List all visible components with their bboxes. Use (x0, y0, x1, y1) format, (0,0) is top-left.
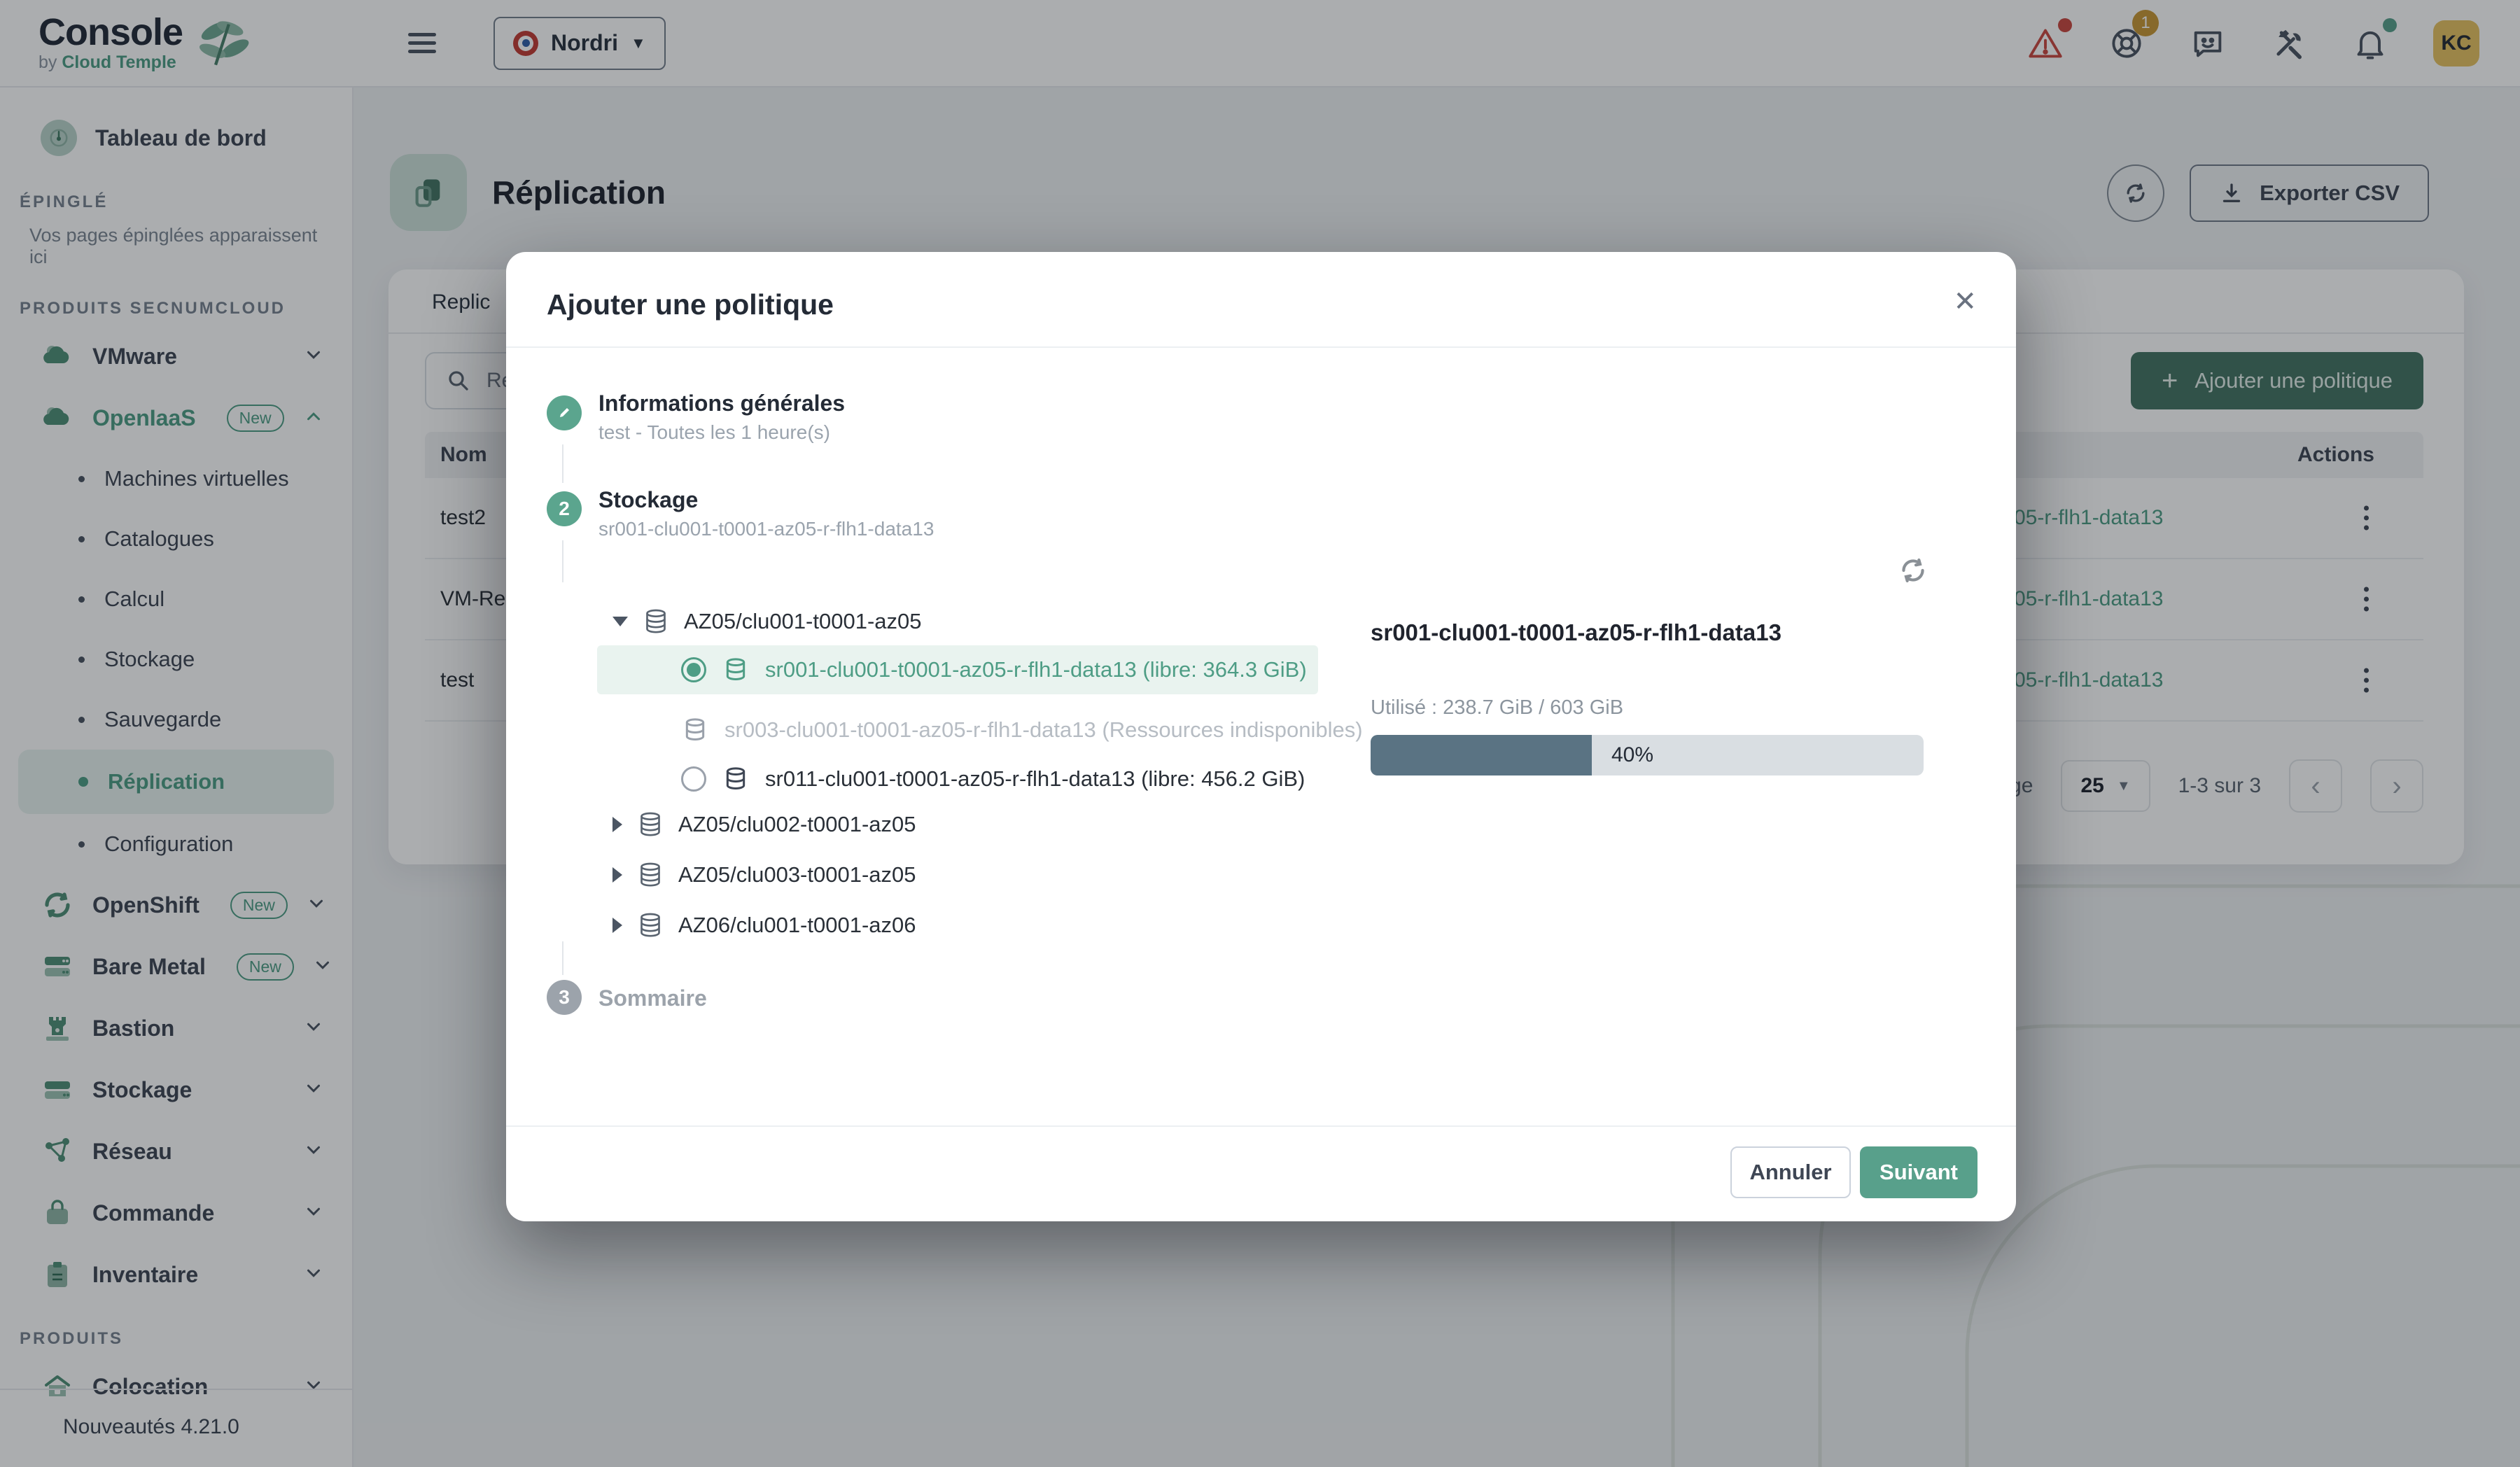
tree-node-clu003[interactable]: AZ05/clu003-t0001-az05 (612, 861, 916, 889)
caret-collapsed-icon[interactable] (612, 918, 622, 933)
add-policy-modal: Ajouter une politique ✕ Informations gén… (506, 252, 2016, 1221)
storage-detail-name: sr001-clu001-t0001-az05-r-flh1-data13 (1371, 619, 1782, 646)
modal-header-divider (506, 346, 2016, 348)
storage-usage-text: Utilisé : 238.7 GiB / 603 GiB (1371, 696, 1623, 720)
step-connector (562, 941, 564, 975)
usage-progress-fill (1371, 735, 1592, 775)
modal-title: Ajouter une politique (547, 288, 834, 321)
database-stack-icon (636, 911, 664, 939)
database-stack-icon (636, 861, 664, 889)
step3-indicator: 3 (547, 980, 582, 1015)
tree-node-label: AZ05/clu003-t0001-az05 (678, 862, 916, 887)
database-stack-icon (636, 810, 664, 838)
usage-progress-bar: 40% (1371, 735, 1924, 775)
caret-expanded-icon[interactable] (612, 617, 628, 626)
storage-option-sr011[interactable]: sr011-clu001-t0001-az05-r-flh1-data13 (l… (681, 754, 1305, 803)
step3-title: Sommaire (598, 985, 707, 1011)
step2-subtitle: sr001-clu001-t0001-az05-r-flh1-data13 (598, 518, 934, 540)
step1-indicator (547, 395, 582, 430)
storage-refresh-button[interactable] (1896, 553, 1931, 588)
step-connector (562, 540, 564, 582)
close-icon[interactable]: ✕ (1953, 286, 1977, 318)
step2-indicator: 2 (547, 491, 582, 526)
tree-node-clu002[interactable]: AZ05/clu002-t0001-az05 (612, 810, 916, 838)
tree-node-az06-clu001[interactable]: AZ06/clu001-t0001-az06 (612, 911, 916, 939)
modal-footer-divider (506, 1125, 2016, 1127)
step2-title: Stockage (598, 487, 698, 513)
next-button[interactable]: Suivant (1860, 1146, 1977, 1198)
database-stack-icon (642, 608, 670, 636)
database-icon (681, 716, 709, 744)
storage-option-sr003-disabled: sr003-clu001-t0001-az05-r-flh1-data13 (R… (681, 706, 1363, 754)
caret-collapsed-icon[interactable] (612, 867, 622, 883)
cancel-button[interactable]: Annuler (1730, 1146, 1851, 1198)
radio-selected-icon[interactable] (681, 657, 706, 682)
step1-title: Informations générales (598, 391, 845, 416)
step1-subtitle: test - Toutes les 1 heure(s) (598, 421, 830, 444)
radio-unselected-icon[interactable] (681, 766, 706, 792)
storage-option-label: sr011-clu001-t0001-az05-r-flh1-data13 (l… (765, 766, 1305, 792)
caret-collapsed-icon[interactable] (612, 817, 622, 832)
tree-node-label: AZ06/clu001-t0001-az06 (678, 913, 916, 938)
database-icon (722, 656, 750, 684)
tree-node-label: AZ05/clu001-t0001-az05 (684, 609, 922, 634)
app-root: Console by Cloud Temple Nordri ▼ (0, 0, 2520, 1467)
storage-option-label: sr003-clu001-t0001-az05-r-flh1-data13 (R… (724, 717, 1363, 743)
pencil-icon (556, 405, 573, 421)
database-icon (722, 765, 750, 793)
usage-percent-label: 40% (1611, 743, 1653, 767)
tree-node-clu001[interactable]: AZ05/clu001-t0001-az05 (612, 608, 922, 636)
storage-option-label: sr001-clu001-t0001-az05-r-flh1-data13 (l… (765, 657, 1307, 682)
storage-option-sr001[interactable]: sr001-clu001-t0001-az05-r-flh1-data13 (l… (681, 645, 1307, 694)
refresh-icon (1896, 553, 1931, 588)
step-connector (562, 444, 564, 483)
tree-node-label: AZ05/clu002-t0001-az05 (678, 812, 916, 837)
